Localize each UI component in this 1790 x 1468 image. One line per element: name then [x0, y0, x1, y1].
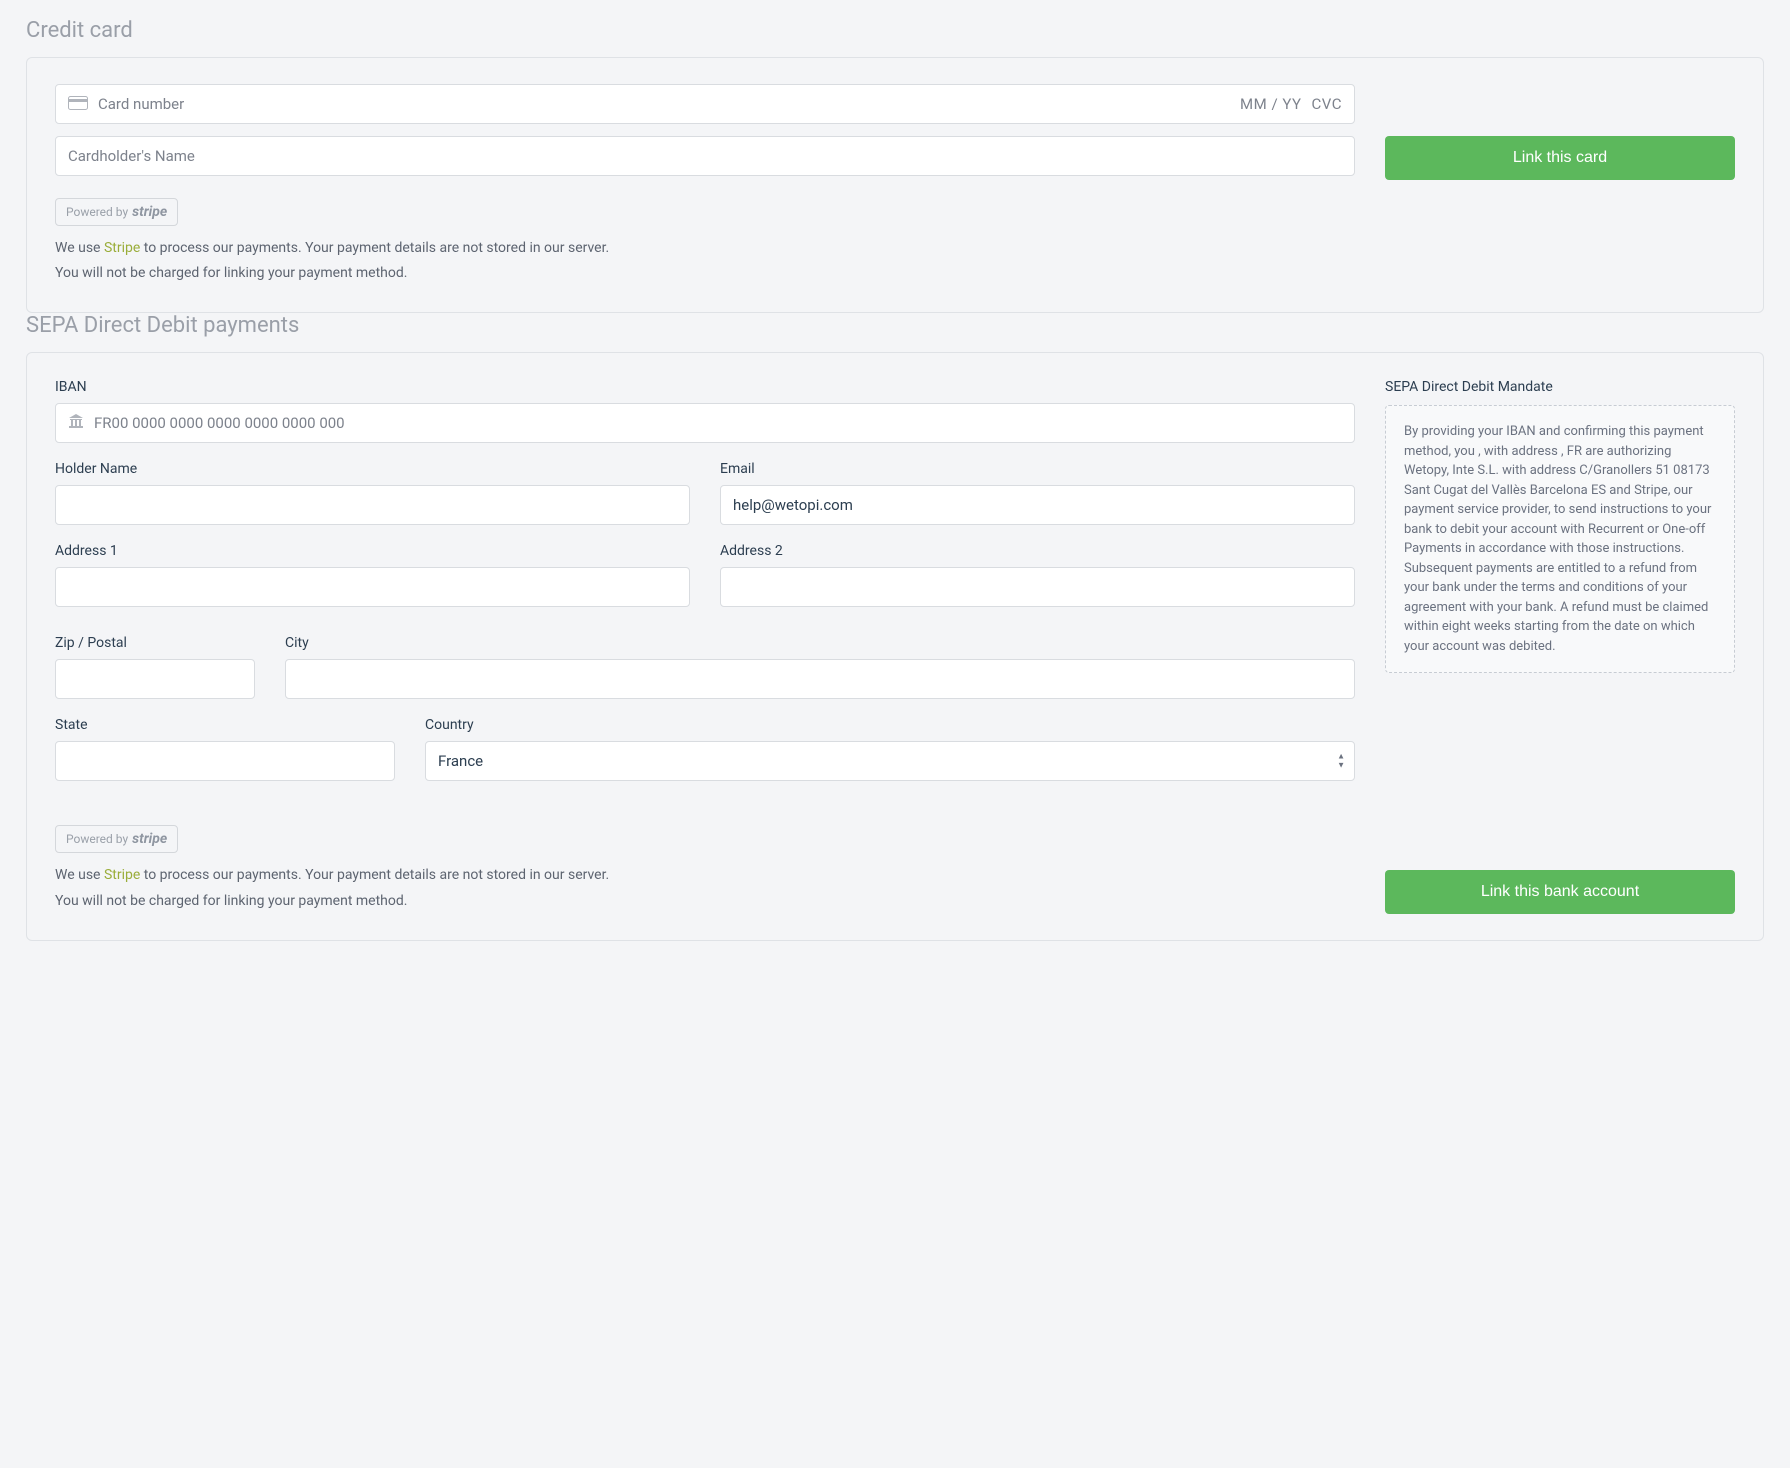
info-stripe-line-sepa: We use Stripe to process our payments. Y…: [55, 863, 1355, 888]
iban-placeholder: FR00 0000 0000 0000 0000 0000 000: [94, 414, 345, 432]
bank-icon: [68, 413, 84, 433]
iban-input[interactable]: FR00 0000 0000 0000 0000 0000 000: [55, 403, 1355, 443]
credit-card-panel: Card number MM / YY CVC Link this card P…: [26, 57, 1764, 313]
mandate-box: By providing your IBAN and confirming th…: [1385, 405, 1735, 673]
country-select[interactable]: France: [425, 741, 1355, 781]
zip-label: Zip / Postal: [55, 635, 255, 651]
address1-input[interactable]: [55, 567, 690, 607]
stripe-link[interactable]: Stripe: [104, 240, 140, 256]
address1-label: Address 1: [55, 543, 690, 559]
link-bank-account-button[interactable]: Link this bank account: [1385, 870, 1735, 914]
cardholder-name-input[interactable]: [55, 136, 1355, 176]
holder-name-input[interactable]: [55, 485, 690, 525]
info-nocharge-line: You will not be charged for linking your…: [55, 261, 1735, 286]
stripe-badge-prefix: Powered by: [66, 205, 128, 219]
zip-input[interactable]: [55, 659, 255, 699]
info-stripe-line: We use Stripe to process our payments. Y…: [55, 236, 1735, 261]
iban-label: IBAN: [55, 379, 1355, 395]
address2-label: Address 2: [720, 543, 1355, 559]
holder-name-label: Holder Name: [55, 461, 690, 477]
state-input[interactable]: [55, 741, 395, 781]
mandate-title: SEPA Direct Debit Mandate: [1385, 379, 1735, 395]
card-number-placeholder: Card number: [98, 95, 184, 113]
stripe-link-sepa[interactable]: Stripe: [104, 867, 140, 883]
email-label: Email: [720, 461, 1355, 477]
cvc-placeholder: CVC: [1312, 95, 1342, 113]
stripe-badge-prefix-sepa: Powered by: [66, 832, 128, 846]
link-card-button[interactable]: Link this card: [1385, 136, 1735, 180]
stripe-badge: Powered by stripe: [55, 198, 178, 226]
expiry-placeholder: MM / YY: [1240, 95, 1301, 113]
address2-input[interactable]: [720, 567, 1355, 607]
stripe-badge-sepa: Powered by stripe: [55, 825, 178, 853]
city-input[interactable]: [285, 659, 1355, 699]
mandate-text: By providing your IBAN and confirming th…: [1404, 422, 1716, 656]
info-nocharge-line-sepa: You will not be charged for linking your…: [55, 889, 1355, 914]
country-label: Country: [425, 717, 1355, 733]
credit-card-title: Credit card: [26, 18, 1764, 43]
card-icon: [68, 95, 88, 114]
stripe-logo-sepa: stripe: [132, 831, 167, 847]
sepa-panel: IBAN FR00 0000 0000 0000 0000 0000 000 H…: [26, 352, 1764, 940]
sepa-title: SEPA Direct Debit payments: [26, 313, 1764, 338]
sepa-section: SEPA Direct Debit payments IBAN FR00 000…: [26, 313, 1764, 940]
city-label: City: [285, 635, 1355, 651]
email-input[interactable]: [720, 485, 1355, 525]
credit-card-section: Credit card Card number MM / YY CVC Link…: [26, 18, 1764, 313]
state-label: State: [55, 717, 395, 733]
card-number-input[interactable]: Card number MM / YY CVC: [55, 84, 1355, 124]
stripe-logo: stripe: [132, 204, 167, 220]
